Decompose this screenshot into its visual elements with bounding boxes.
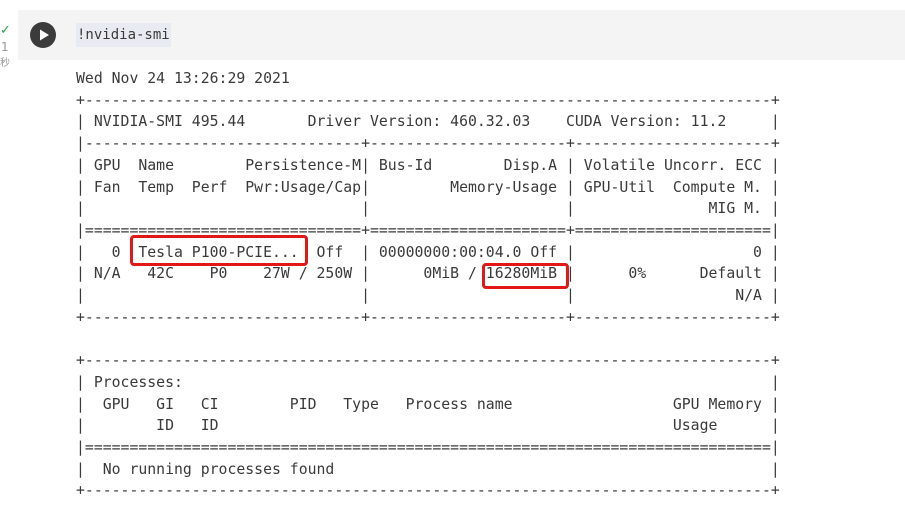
output-line: | No running processes found |: [76, 460, 780, 478]
code-cell[interactable]: !nvidia-smi Wed Nov 24 13:26:29 2021 +--…: [18, 10, 905, 511]
output-timestamp: Wed Nov 24 13:26:29 2021: [76, 70, 290, 87]
output-line: | Fan Temp Perf Pwr:Usage/Cap| Memory-Us…: [76, 178, 780, 196]
code-editor[interactable]: !nvidia-smi: [76, 23, 171, 47]
output-line: | N/A 42C P0 27W / 250W | 0MiB / 16280Mi…: [76, 265, 780, 283]
execution-success-icon: ✓: [0, 23, 11, 38]
output-line: | NVIDIA-SMI 495.44 Driver Version: 460.…: [76, 113, 780, 131]
play-icon: [40, 29, 49, 41]
execution-time-unit: 秒: [0, 58, 10, 69]
output-line: | | | N/A |: [76, 287, 780, 305]
output-line: | GPU GI CI PID Type Process name GPU Me…: [76, 395, 780, 413]
cell-output: Wed Nov 24 13:26:29 2021 +--------------…: [76, 68, 905, 502]
nvidia-smi-table: +---------------------------------------…: [76, 92, 780, 500]
output-line: |=======================================…: [76, 438, 780, 456]
notebook-page: ✓ 1 秒 !nvidia-smi Wed Nov 24 13:26:29 20…: [0, 0, 905, 511]
cell-gutter: ✓ 1 秒: [0, 0, 18, 511]
run-cell-button[interactable]: [30, 22, 56, 48]
output-line: +-------------------------------+-------…: [76, 308, 780, 326]
output-line: |===============================+=======…: [76, 221, 780, 239]
output-line: +---------------------------------------…: [76, 482, 780, 500]
cell-input-area[interactable]: !nvidia-smi: [18, 10, 905, 60]
output-line: +---------------------------------------…: [76, 91, 780, 109]
output-line: +---------------------------------------…: [76, 352, 780, 370]
output-line: | | | MIG M. |: [76, 200, 780, 218]
output-line: | GPU Name Persistence-M| Bus-Id Disp.A …: [76, 156, 780, 174]
output-line: | ID ID Usage |: [76, 417, 780, 435]
output-line: |-------------------------------+-------…: [76, 135, 780, 153]
output-line: | Processes: |: [76, 373, 780, 391]
output-line: | 0 Tesla P100-PCIE... Off | 00000000:00…: [76, 243, 780, 261]
execution-count: 1: [1, 40, 9, 54]
